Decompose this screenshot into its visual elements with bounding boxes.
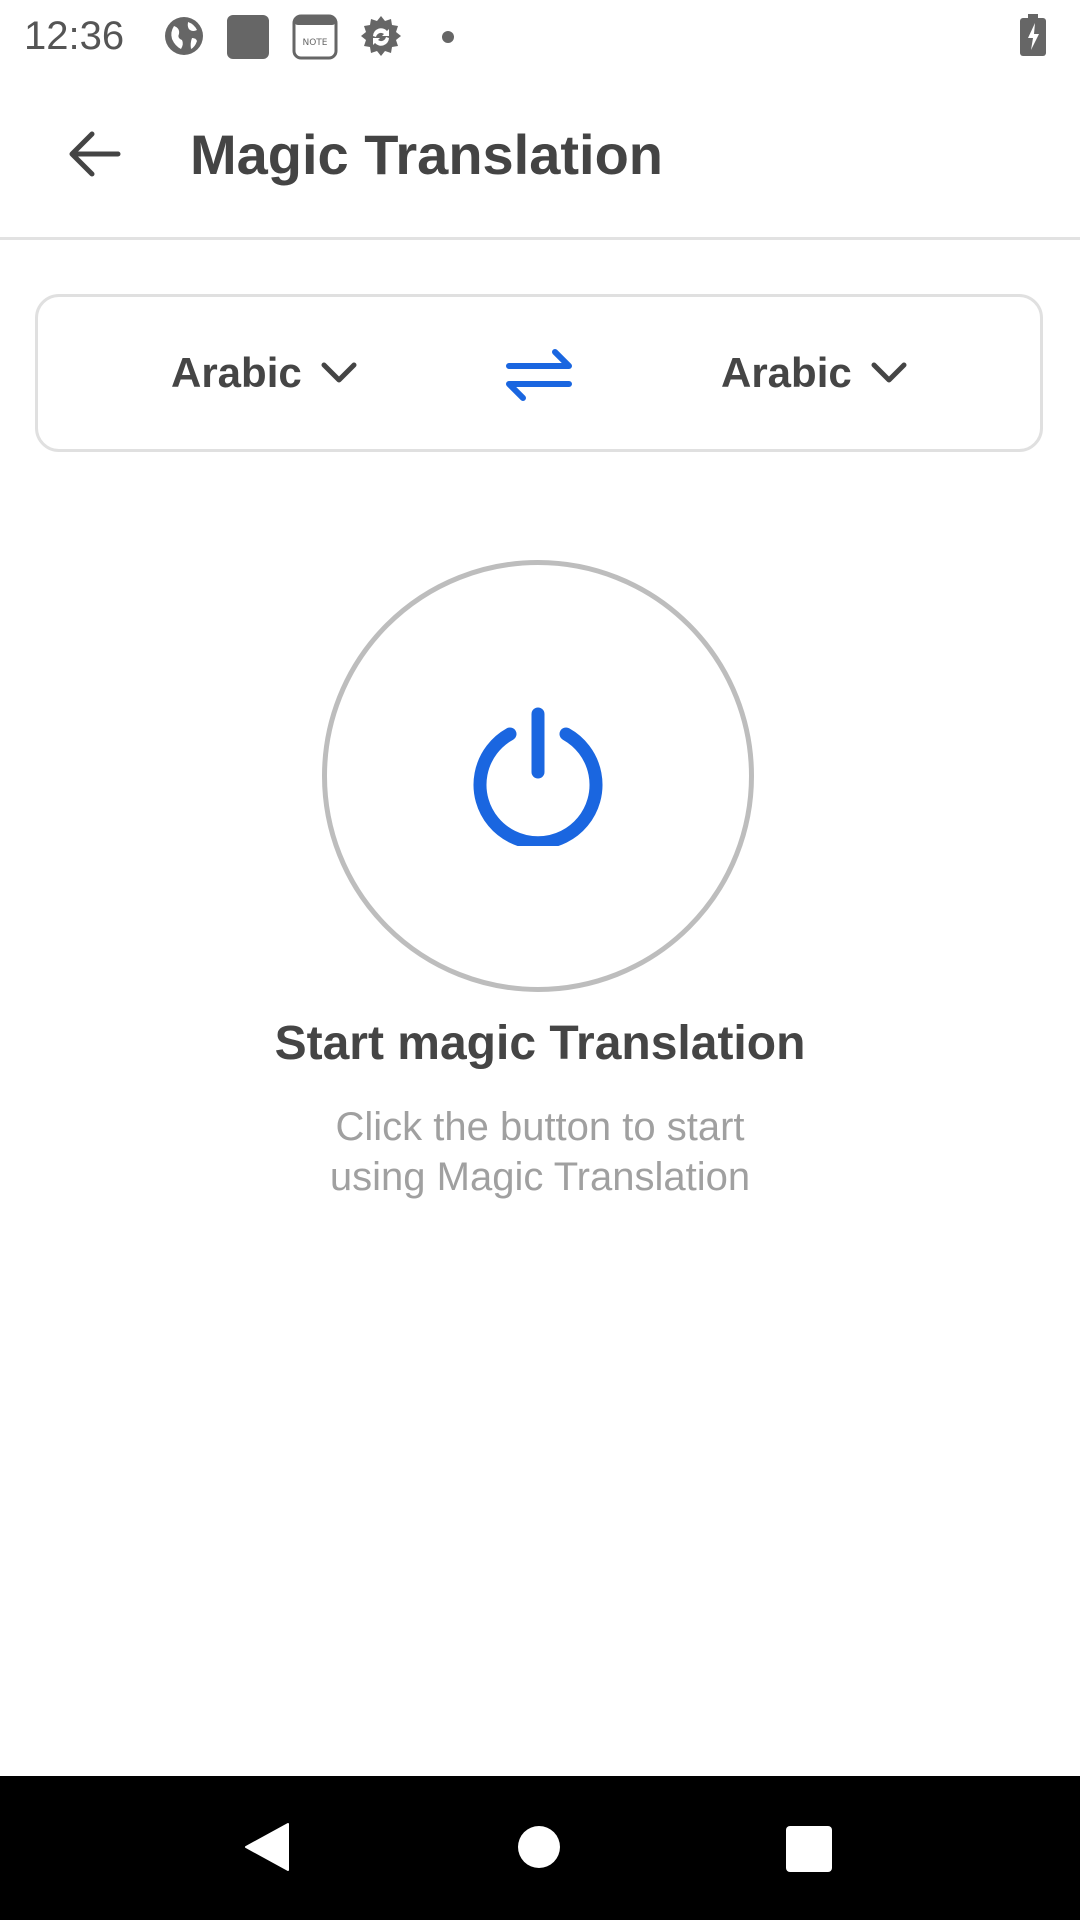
target-language-dropdown[interactable]: Arabic xyxy=(721,341,908,405)
chevron-down-icon xyxy=(321,362,357,383)
source-language-label: Arabic xyxy=(171,349,302,396)
app-square-icon xyxy=(226,14,270,59)
note-icon-text: NOTE xyxy=(302,38,327,48)
back-button[interactable] xyxy=(56,116,132,192)
page-title: Magic Translation xyxy=(190,123,663,186)
arrow-left-icon xyxy=(69,131,121,177)
globe-icon xyxy=(162,14,206,58)
nav-recents-icon[interactable] xyxy=(786,1826,832,1872)
navigation-bar xyxy=(0,1776,1080,1920)
screen: 12:36 NOTE Magic Translation Arabic Arab… xyxy=(0,0,1080,1920)
swap-arrows-icon xyxy=(506,349,572,401)
dot-icon xyxy=(442,31,454,43)
language-selector-card: Arabic Arabic xyxy=(35,294,1043,452)
battery-charging-icon xyxy=(1020,14,1046,56)
start-subtitle-line-2: using Magic Translation xyxy=(329,1155,751,1199)
source-language-dropdown[interactable]: Arabic xyxy=(171,341,358,405)
start-title: Start magic Translation xyxy=(274,1017,806,1070)
app-bar: Magic Translation xyxy=(0,72,1080,240)
status-time: 12:36 xyxy=(24,14,125,58)
start-subtitle-line-1: Click the button to start xyxy=(335,1105,745,1149)
nav-home-icon[interactable] xyxy=(518,1826,560,1868)
nav-back-icon[interactable] xyxy=(242,1822,290,1872)
start-translation-button[interactable] xyxy=(322,560,754,992)
chevron-down-icon xyxy=(871,362,907,383)
sync-badge-icon xyxy=(358,14,402,58)
start-subtitle: Click the button to start using Magic Tr… xyxy=(0,1102,1080,1202)
power-icon xyxy=(473,707,603,846)
swap-languages-button[interactable] xyxy=(498,339,580,409)
status-bar: 12:36 NOTE xyxy=(0,0,1080,72)
target-language-label: Arabic xyxy=(721,349,852,396)
note-icon: NOTE xyxy=(292,14,338,60)
